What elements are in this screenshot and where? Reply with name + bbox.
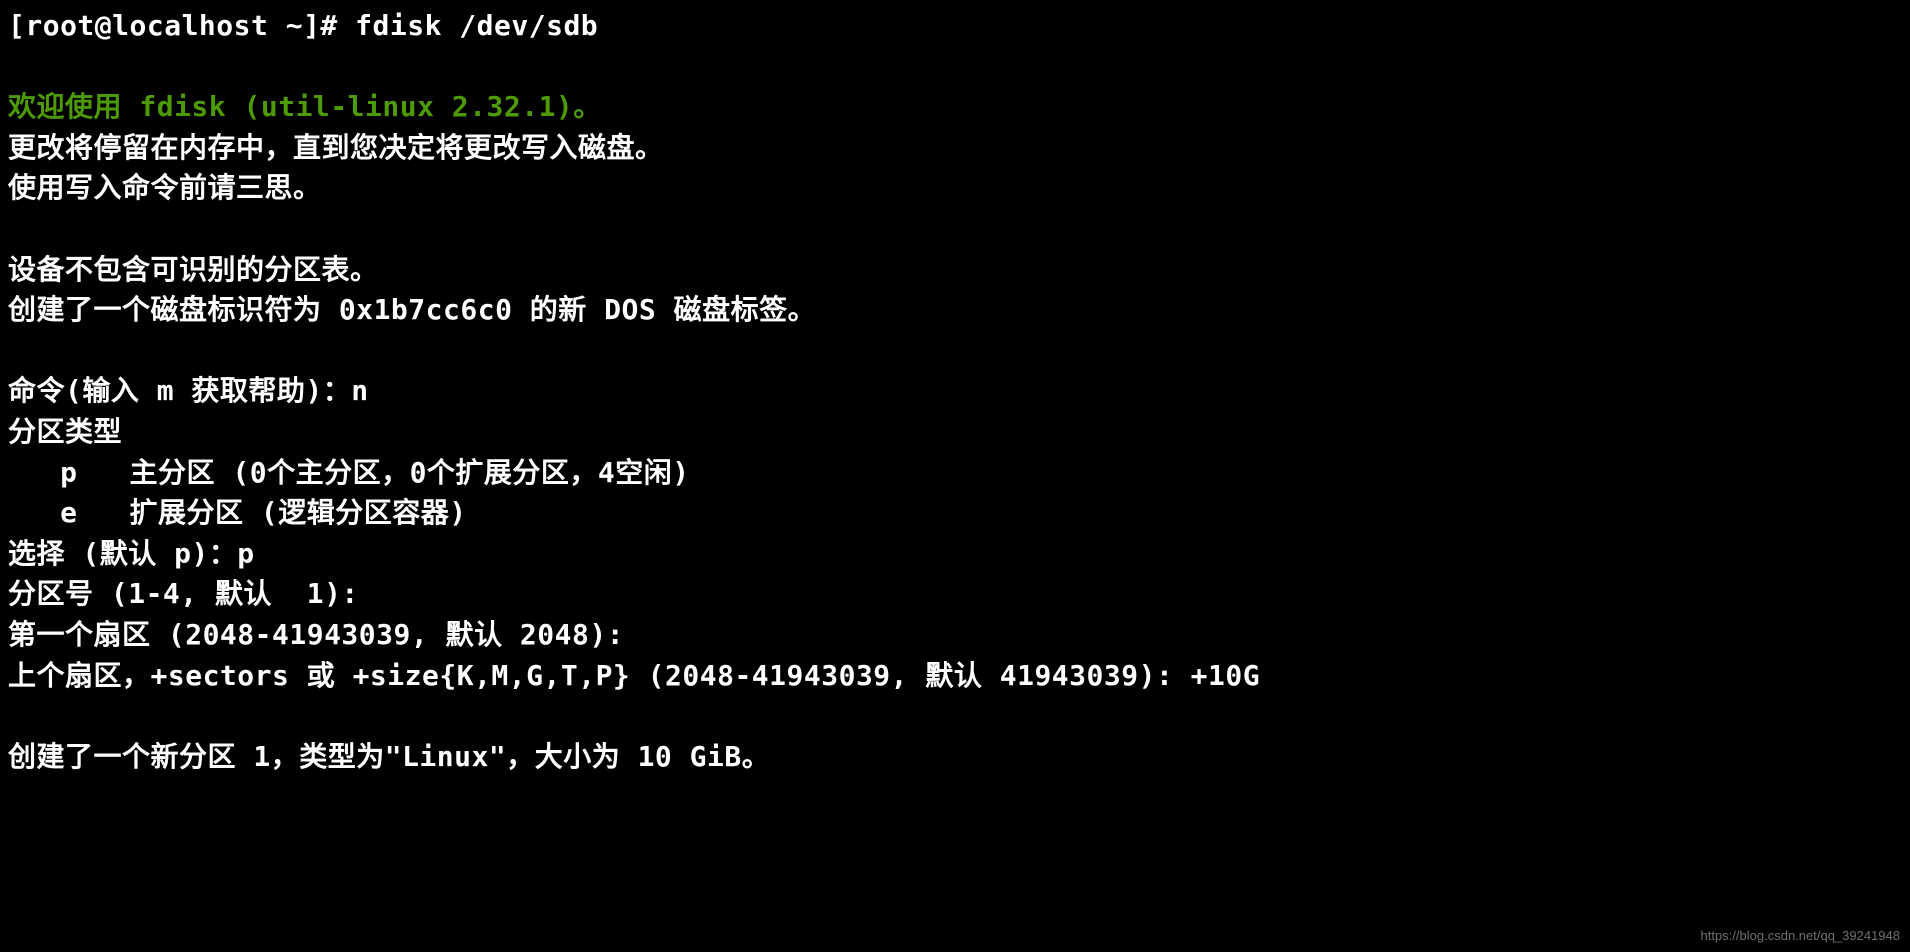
notice-line-2: 创建了一个磁盘标识符为 0x1b7cc6c0 的新 DOS 磁盘标签。	[8, 290, 1902, 331]
last-sector-line: 上个扇区，+sectors 或 +size{K,M,G,T,P} (2048-4…	[8, 656, 1902, 697]
blank-line	[8, 331, 1902, 372]
select-line: 选择 (默认 p)：p	[8, 534, 1902, 575]
command-text: fdisk /dev/sdb	[355, 9, 598, 42]
partition-type-primary: p 主分区 (0个主分区，0个扩展分区，4空闲)	[8, 453, 1902, 494]
blank-line	[8, 47, 1902, 88]
partition-type-extended: e 扩展分区 (逻辑分区容器)	[8, 493, 1902, 534]
shell-prompt: [root@localhost ~]#	[8, 9, 355, 42]
created-partition-line: 创建了一个新分区 1，类型为"Linux"，大小为 10 GiB。	[8, 737, 1902, 778]
terminal-output: [root@localhost ~]# fdisk /dev/sdb 欢迎使用 …	[8, 6, 1902, 777]
notice-line-1: 设备不包含可识别的分区表。	[8, 250, 1902, 291]
info-line-1: 更改将停留在内存中，直到您决定将更改写入磁盘。	[8, 128, 1902, 169]
welcome-line: 欢迎使用 fdisk (util-linux 2.32.1)。	[8, 87, 1902, 128]
first-sector-line: 第一个扇区 (2048-41943039, 默认 2048):	[8, 615, 1902, 656]
watermark: https://blog.csdn.net/qq_39241948	[1701, 927, 1901, 946]
command-prompt-line: 命令(输入 m 获取帮助)：n	[8, 371, 1902, 412]
partition-number-line: 分区号 (1-4, 默认 1):	[8, 574, 1902, 615]
blank-line	[8, 209, 1902, 250]
command-line: [root@localhost ~]# fdisk /dev/sdb	[8, 6, 1902, 47]
partition-type-header: 分区类型	[8, 412, 1902, 453]
blank-line	[8, 696, 1902, 737]
info-line-2: 使用写入命令前请三思。	[8, 168, 1902, 209]
